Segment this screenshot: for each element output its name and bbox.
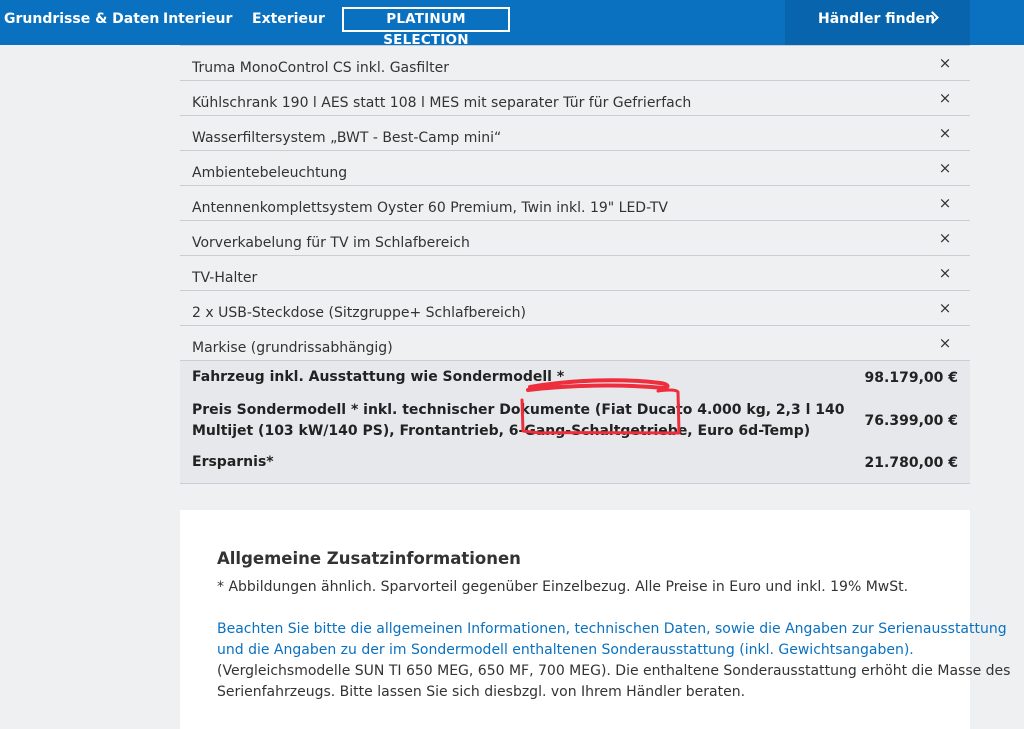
remove-option-icon[interactable]: × — [935, 228, 955, 248]
dealer-finder-button[interactable]: Händler finden — [785, 0, 970, 45]
info-link-line-1[interactable]: Beachten Sie bitte die allgemeinen Infor… — [217, 619, 1007, 640]
option-row: Markise (grundrissabhängig) × — [180, 326, 970, 361]
special-model-label-line-1: Preis Sondermodell * inkl. technischer D… — [192, 402, 845, 418]
nav-grundrisse-daten[interactable]: Grundrisse & Daten — [4, 0, 159, 38]
nav-interieur[interactable]: Interieur — [163, 0, 232, 38]
nav-platinum-selection[interactable]: PLATINUM SELECTION — [342, 7, 510, 48]
remove-option-icon[interactable]: × — [935, 193, 955, 213]
option-list: Truma MonoControl CS inkl. Gasfilter × Küh… — [180, 45, 970, 361]
info-title: Allgemeine Zusatzinformationen — [217, 549, 521, 568]
vehicle-price-label: Fahrzeug inkl. Ausstattung wie Sondermod… — [192, 369, 565, 385]
info-text-line-1: (Vergleichsmodelle SUN TI 650 MEG, 650 M… — [217, 663, 1011, 679]
remove-option-icon[interactable]: × — [935, 53, 955, 73]
vehicle-price-row: Fahrzeug inkl. Ausstattung wie Sondermod… — [180, 361, 970, 395]
option-row: Kühlschrank 190 l AES statt 108 l MES mi… — [180, 81, 970, 116]
equipment-table: Truma MonoControl CS inkl. Gasfilter × Küh… — [180, 45, 970, 484]
option-row: 2 x USB-Steckdose (Sitzgruppe+ Schlafber… — [180, 291, 970, 326]
vehicle-price-value: 98.179,00 € — [864, 370, 958, 386]
option-row: Truma MonoControl CS inkl. Gasfilter × — [180, 45, 970, 81]
special-model-label-line-2: Multijet (103 kW/140 PS), Frontantrieb, … — [192, 423, 811, 439]
remove-option-icon[interactable]: × — [935, 333, 955, 353]
remove-option-icon[interactable]: × — [935, 263, 955, 283]
option-row: Vorverkabelung für TV im Schlafbereich × — [180, 221, 970, 256]
option-row: Wasserfiltersystem „BWT - Best-Camp mini… — [180, 116, 970, 151]
special-model-price-row: Preis Sondermodell * inkl. technischer D… — [180, 395, 970, 447]
option-row: Antennenkomplettsystem Oyster 60 Premium… — [180, 186, 970, 221]
special-model-price-value: 76.399,00 € — [864, 413, 958, 429]
option-row: TV-Halter × — [180, 256, 970, 291]
remove-option-icon[interactable]: × — [935, 88, 955, 108]
option-row: Ambientebeleuchtung × — [180, 151, 970, 186]
dealer-finder-label: Händler finden — [818, 11, 936, 27]
top-navigation-bar: Grundrisse & Daten Interieur Exterieur P… — [0, 0, 1024, 48]
general-info-card: Allgemeine Zusatzinformationen * Abbildu… — [180, 510, 1011, 729]
savings-label: Ersparnis* — [192, 454, 274, 470]
info-paragraph: Beachten Sie bitte die allgemeinen Infor… — [217, 619, 1011, 703]
price-summary: Fahrzeug inkl. Ausstattung wie Sondermod… — [180, 361, 970, 484]
remove-option-icon[interactable]: × — [935, 158, 955, 178]
remove-option-icon[interactable]: × — [935, 298, 955, 318]
nav-exterieur[interactable]: Exterieur — [252, 0, 325, 38]
info-footnote: * Abbildungen ähnlich. Sparvorteil gegen… — [217, 579, 909, 595]
info-text-line-2: Serienfahrzeugs. Bitte lassen Sie sich d… — [217, 684, 746, 700]
special-model-price-label: Preis Sondermodell * inkl. technischer D… — [192, 400, 844, 442]
info-link-line-2[interactable]: und die Angaben zu der im Sondermodell e… — [217, 640, 942, 661]
remove-option-icon[interactable]: × — [935, 123, 955, 143]
savings-value: 21.780,00 € — [864, 455, 958, 471]
savings-row: Ersparnis* 21.780,00 € — [180, 447, 970, 483]
